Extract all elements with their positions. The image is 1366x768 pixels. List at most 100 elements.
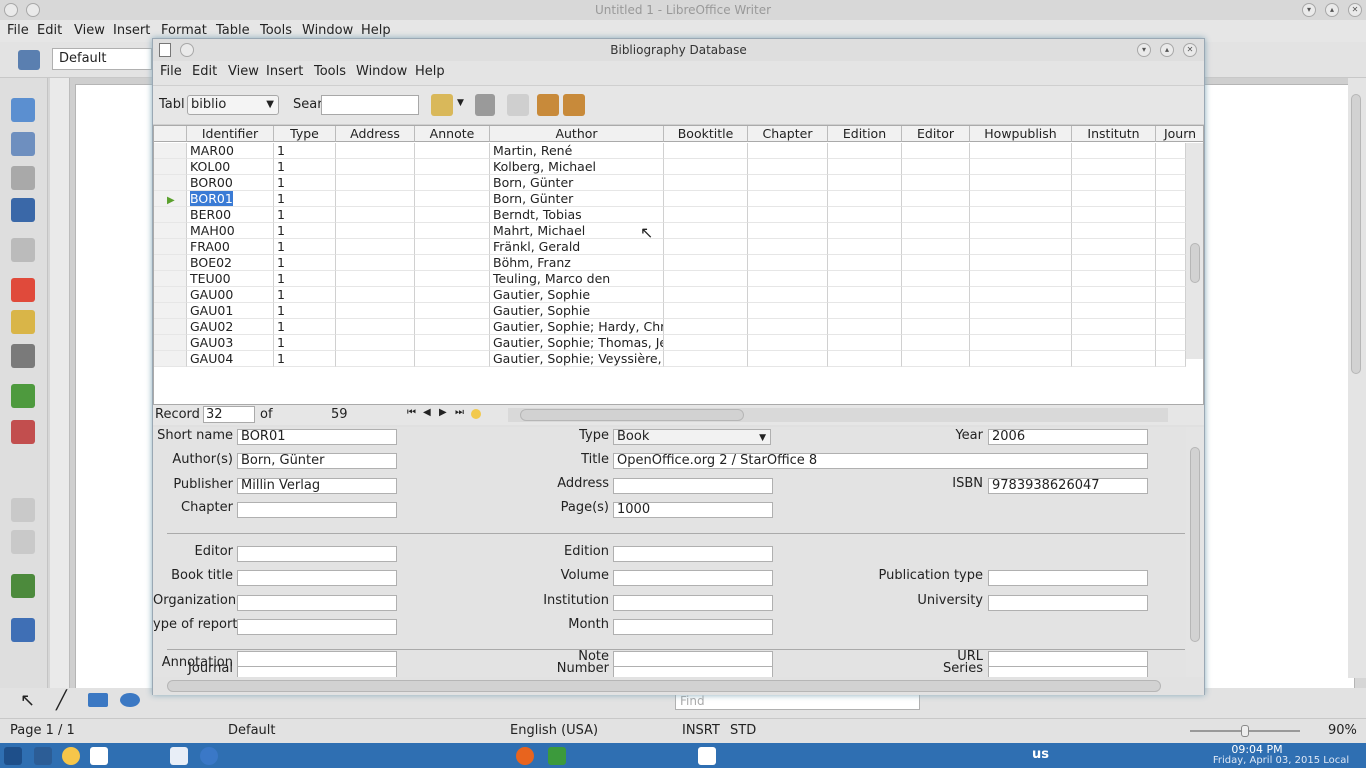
table-cell[interactable]: [664, 271, 748, 287]
table-cell[interactable]: [1156, 271, 1186, 287]
table-cell[interactable]: [415, 207, 490, 223]
table-scroll-thumb[interactable]: [1190, 243, 1200, 283]
table-cell[interactable]: 1: [274, 255, 336, 271]
table-cell[interactable]: [664, 175, 748, 191]
dialog-maximize-icon[interactable]: ▴: [1160, 43, 1174, 57]
menu-tools[interactable]: Tools: [260, 23, 292, 38]
table-row[interactable]: GAU01 1 Gautier, Sophie: [154, 303, 1186, 319]
table-cell[interactable]: Gautier, Sophie; Thomas, Jea: [490, 335, 664, 351]
table-cell[interactable]: [970, 175, 1072, 191]
table-cell[interactable]: Berndt, Tobias: [490, 207, 664, 223]
rectangle-icon[interactable]: [88, 693, 108, 707]
table-cell[interactable]: [970, 271, 1072, 287]
table-row[interactable]: GAU02 1 Gautier, Sophie; Hardy, Chri: [154, 319, 1186, 335]
table-cell[interactable]: [828, 159, 902, 175]
column-header[interactable]: Journ: [1156, 126, 1203, 142]
table-cell[interactable]: [1072, 239, 1156, 255]
table-cell[interactable]: [1072, 255, 1156, 271]
month-field[interactable]: [613, 619, 773, 635]
isbn-field[interactable]: 9783938626047: [988, 478, 1148, 494]
annotation-field[interactable]: [237, 651, 397, 667]
table-cell[interactable]: [902, 335, 970, 351]
table-row[interactable]: BOE02 1 Böhm, Franz: [154, 255, 1186, 271]
table-cell[interactable]: Kolberg, Michael: [490, 159, 664, 175]
table-cell[interactable]: [1072, 191, 1156, 207]
table-cell[interactable]: [970, 159, 1072, 175]
table-row[interactable]: BOR00 1 Born, Günter: [154, 175, 1186, 191]
menu-help[interactable]: Help: [361, 23, 391, 38]
url-field[interactable]: [988, 651, 1148, 667]
table-cell[interactable]: [664, 351, 748, 367]
table-row[interactable]: GAU03 1 Gautier, Sophie; Thomas, Jea: [154, 335, 1186, 351]
menu-edit[interactable]: Edit: [37, 23, 62, 38]
table-cell[interactable]: [748, 191, 828, 207]
table-cell[interactable]: [970, 191, 1072, 207]
menu-view[interactable]: View: [74, 23, 105, 38]
data-source-icon[interactable]: [563, 94, 585, 116]
pdf-icon[interactable]: [11, 278, 35, 302]
table-cell[interactable]: [828, 191, 902, 207]
table-row[interactable]: TEU00 1 Teuling, Marco den: [154, 271, 1186, 287]
table-cell[interactable]: [664, 303, 748, 319]
row-header[interactable]: [154, 335, 187, 351]
table-cell[interactable]: [1156, 207, 1186, 223]
table-cell[interactable]: [664, 207, 748, 223]
table-cell[interactable]: [970, 239, 1072, 255]
table-cell[interactable]: KOL00: [187, 159, 274, 175]
row-header[interactable]: [154, 271, 187, 287]
table-cell[interactable]: [336, 319, 415, 335]
keyboard-layout[interactable]: us: [1032, 747, 1049, 762]
app-icon-3[interactable]: [90, 747, 108, 765]
table-cell[interactable]: [902, 191, 970, 207]
search-input[interactable]: [321, 95, 419, 115]
table-cell[interactable]: [970, 335, 1072, 351]
page-style[interactable]: Default: [228, 723, 276, 738]
column-header[interactable]: Annote: [415, 126, 490, 142]
line-icon[interactable]: ╱: [56, 690, 67, 711]
table-cell[interactable]: [828, 255, 902, 271]
row-header[interactable]: [154, 207, 187, 223]
select-arrow-icon[interactable]: ↖: [20, 690, 35, 711]
firefox-icon[interactable]: [516, 747, 534, 765]
table-cell[interactable]: [1072, 223, 1156, 239]
form-hscroll-thumb[interactable]: [167, 680, 1161, 692]
row-header[interactable]: [154, 303, 187, 319]
menu-table[interactable]: Table: [216, 23, 250, 38]
table-cell[interactable]: [1156, 335, 1186, 351]
table-cell[interactable]: 1: [274, 223, 336, 239]
table-cell[interactable]: Born, Günter: [490, 191, 664, 207]
table-cell[interactable]: [415, 303, 490, 319]
table-cell[interactable]: [902, 271, 970, 287]
table-cell[interactable]: [748, 207, 828, 223]
table-cell[interactable]: Born, Günter: [490, 175, 664, 191]
table-cell[interactable]: Fränkl, Gerald: [490, 239, 664, 255]
table-cell[interactable]: [970, 207, 1072, 223]
table-row[interactable]: FRA00 1 Fränkl, Gerald: [154, 239, 1186, 255]
table-cell[interactable]: [1156, 255, 1186, 271]
table-cell[interactable]: GAU04: [187, 351, 274, 367]
table-cell[interactable]: [336, 255, 415, 271]
undo-icon[interactable]: [11, 498, 35, 522]
column-header[interactable]: Booktitle: [664, 126, 748, 142]
table-cell[interactable]: [970, 255, 1072, 271]
table-cell[interactable]: GAU00: [187, 287, 274, 303]
table-cell[interactable]: [664, 143, 748, 159]
table-cell[interactable]: [415, 351, 490, 367]
table-cell[interactable]: [336, 271, 415, 287]
table-cell[interactable]: GAU03: [187, 335, 274, 351]
sticky-icon[interactable]: [26, 3, 40, 17]
row-header[interactable]: [154, 223, 187, 239]
table-cell[interactable]: [1072, 303, 1156, 319]
table-cell[interactable]: [1072, 351, 1156, 367]
table-cell[interactable]: [970, 287, 1072, 303]
edit-icon[interactable]: [11, 238, 35, 262]
table-cell[interactable]: [1156, 175, 1186, 191]
form-vertical-scrollbar[interactable]: [1186, 427, 1204, 683]
table-cell[interactable]: [415, 159, 490, 175]
insert-table-icon[interactable]: [11, 574, 35, 598]
menu-window[interactable]: Window: [302, 23, 353, 38]
window-menu-icon[interactable]: [4, 3, 18, 17]
table-cell[interactable]: [828, 175, 902, 191]
table-cell[interactable]: [748, 351, 828, 367]
redo-icon[interactable]: [11, 530, 35, 554]
